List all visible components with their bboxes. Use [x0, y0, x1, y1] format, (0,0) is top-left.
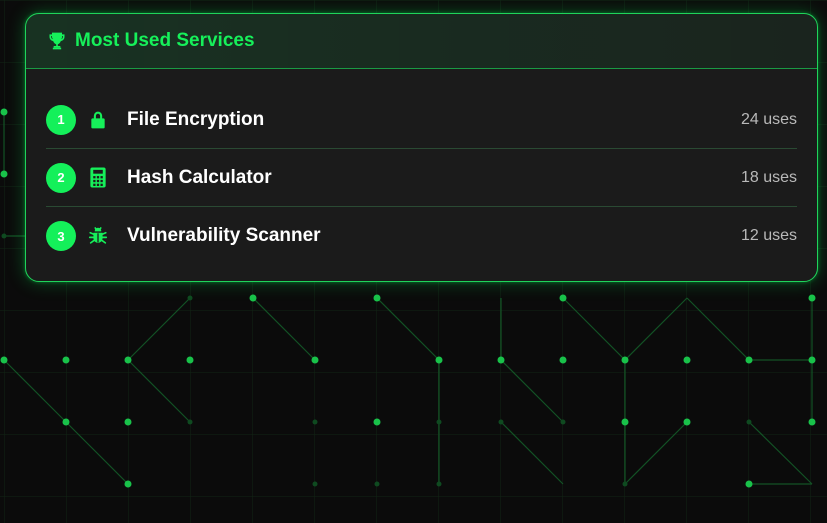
service-name: Vulnerability Scanner	[127, 225, 321, 246]
card-title: Most Used Services	[75, 30, 255, 51]
rank-badge: 1	[46, 104, 76, 135]
list-item[interactable]: 3 Vulnerability Scanner 12 uses	[46, 207, 797, 265]
service-name: File Encryption	[127, 108, 265, 130]
trophy-icon	[46, 30, 68, 52]
usage-count: 12 uses	[740, 227, 797, 244]
calculator-icon	[87, 167, 109, 189]
service-name: Hash Calculator	[127, 166, 272, 188]
card-header: Most Used Services	[26, 14, 817, 69]
list-item[interactable]: 1 File Encryption 24 uses	[46, 91, 797, 149]
usage-count: 18 uses	[740, 168, 797, 186]
lock-icon	[87, 109, 109, 131]
bug-icon	[87, 225, 109, 247]
list-item[interactable]: 2 Hash Calculator 18 uses	[46, 149, 797, 207]
most-used-services-card: Most Used Services 1 File Encryption 24 …	[25, 13, 818, 282]
usage-count: 24 uses	[740, 110, 797, 128]
rank-badge: 3	[46, 221, 76, 251]
services-list: 1 File Encryption 24 uses 2 Hash Calcula…	[46, 91, 797, 265]
rank-badge: 2	[46, 162, 76, 193]
